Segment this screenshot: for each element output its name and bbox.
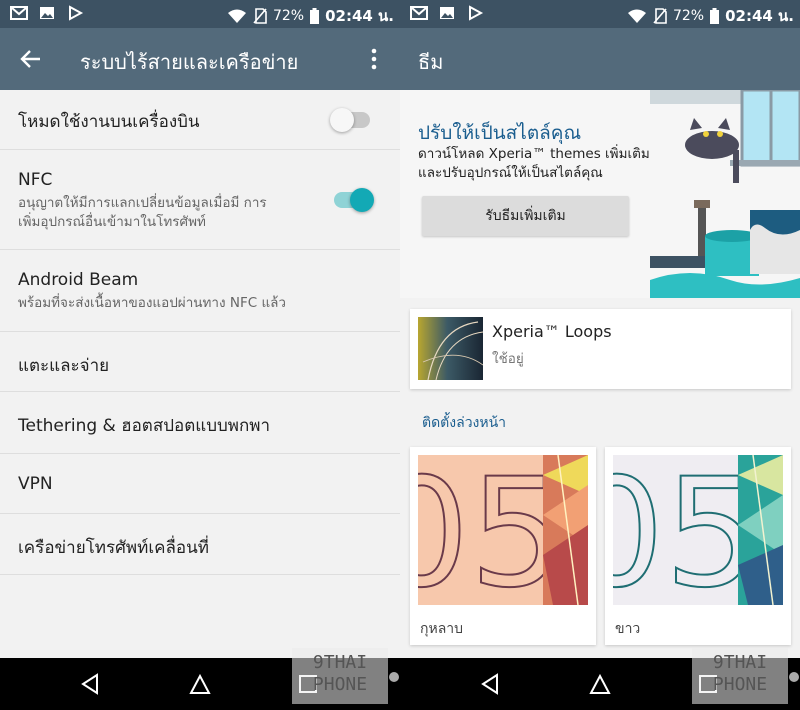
promo-title: ปรับให้เป็นสไตล์คุณ: [418, 122, 582, 144]
setting-title: Tethering & ฮอตสปอตแบบพกพา: [18, 416, 271, 436]
promo-description: ดาวน์โหลด Xperia™ themes เพิ่มเติม และปร…: [418, 146, 650, 181]
nfc-toggle[interactable]: [334, 188, 374, 212]
setting-mobile-network[interactable]: เครือข่ายโทรศัพท์เคลื่อนที่: [0, 514, 400, 575]
nav-back-icon[interactable]: [78, 672, 102, 696]
theme-card-white[interactable]: 05 ขาว: [605, 447, 791, 645]
watermark-line2: PHONE: [312, 674, 368, 695]
theme-name: ขาว: [615, 621, 641, 637]
image-icon: [440, 7, 454, 19]
setting-title: โหมดใช้งานบนเครื่องบิน: [18, 112, 200, 132]
setting-nfc[interactable]: NFC อนุญาตให้มีการแลกเปลี่ยนข้อมูลเมื่อม…: [0, 150, 400, 250]
no-sim-icon: [253, 8, 267, 24]
setting-android-beam[interactable]: Android Beam พร้อมที่จะส่งเนื้อหาของแอปผ…: [0, 250, 400, 332]
watermark-line1: 9THAI: [312, 652, 368, 673]
wifi-icon: [627, 9, 646, 23]
setting-subtitle: พร้อมที่จะส่งเนื้อหาของแอปผ่านทาง NFC แล…: [18, 295, 287, 311]
setting-title: NFC: [18, 170, 53, 190]
play-store-icon: [69, 5, 84, 21]
watermark: 9THAI PHONE: [292, 648, 388, 704]
preinstalled-section-label: ติดตั้งล่วงหน้า: [422, 415, 507, 431]
page-title: ระบบไร้สายและเครือข่าย: [80, 50, 299, 74]
clock: 02:44 น.: [725, 7, 794, 25]
watermark-line2: PHONE: [712, 674, 768, 695]
current-theme-status: ใช้อยู่: [492, 351, 524, 367]
battery-percent: 72%: [272, 8, 305, 24]
play-store-icon: [469, 5, 484, 21]
watermark-dot: [389, 672, 399, 682]
current-theme-name: Xperia™ Loops: [492, 322, 612, 341]
airplane-mode-toggle[interactable]: [330, 108, 370, 132]
gmail-icon: [410, 6, 428, 20]
status-bar: 72% 02:44 น.: [400, 0, 800, 28]
theme-card-rose[interactable]: 05 กุหลาบ: [410, 447, 596, 645]
watermark: 9THAI PHONE: [692, 648, 788, 704]
nav-back-icon[interactable]: [478, 672, 502, 696]
watermark-line1: 9THAI: [712, 652, 768, 673]
setting-vpn[interactable]: VPN: [0, 454, 400, 514]
wireless-settings-screen: 72% 02:44 น. ระบบไร้สายและเครือข่าย โหมด…: [0, 0, 400, 658]
gmail-icon: [10, 6, 28, 20]
setting-title: Android Beam: [18, 270, 139, 290]
themes-screen: 72% 02:44 น. ธีม ปรับให้เป็นสไตล์คุณ ดาว…: [400, 0, 800, 658]
nav-home-icon[interactable]: [188, 672, 212, 696]
white-theme-preview: 05: [613, 455, 783, 605]
app-bar: ธีม: [400, 28, 800, 90]
get-more-themes-button[interactable]: รับธีมเพิ่มเติม: [422, 196, 629, 236]
theme-promo-banner: ปรับให้เป็นสไตล์คุณ ดาวน์โหลด Xperia™ th…: [400, 90, 800, 298]
paint-illustration: [650, 90, 800, 298]
current-theme-card[interactable]: Xperia™ Loops ใช้อยู่: [410, 309, 791, 389]
page-title: ธีม: [418, 50, 444, 74]
more-options-icon[interactable]: [362, 46, 386, 72]
settings-list: โหมดใช้งานบนเครื่องบิน NFC อนุญาตให้มีกา…: [0, 90, 400, 575]
wifi-icon: [227, 9, 246, 23]
xperia-loops-thumbnail: [418, 317, 483, 380]
theme-name: กุหลาบ: [420, 621, 464, 637]
battery-icon: [310, 8, 320, 24]
svg-text:05: 05: [613, 455, 760, 605]
rose-theme-preview: 05: [418, 455, 588, 605]
no-sim-icon: [653, 8, 667, 24]
watermark-dot: [789, 672, 799, 682]
nav-home-icon[interactable]: [588, 672, 612, 696]
clock: 02:44 น.: [325, 7, 394, 25]
setting-title: เครือข่ายโทรศัพท์เคลื่อนที่: [18, 538, 209, 558]
battery-percent: 72%: [672, 8, 705, 24]
setting-tap-and-pay[interactable]: แตะและจ่าย: [0, 332, 400, 392]
image-icon: [40, 7, 54, 19]
setting-title: VPN: [18, 474, 53, 494]
back-arrow-icon[interactable]: [18, 46, 44, 72]
status-bar: 72% 02:44 น.: [0, 0, 400, 28]
app-bar: ระบบไร้สายและเครือข่าย: [0, 28, 400, 90]
setting-title: แตะและจ่าย: [18, 356, 110, 376]
navigation-bar: [0, 658, 800, 710]
svg-text:05: 05: [418, 455, 565, 605]
battery-icon: [710, 8, 720, 24]
setting-tethering[interactable]: Tethering & ฮอตสปอตแบบพกพา: [0, 392, 400, 454]
setting-subtitle: อนุญาตให้มีการแลกเปลี่ยนข้อมูลเมื่อมี กา…: [18, 195, 267, 230]
setting-airplane-mode[interactable]: โหมดใช้งานบนเครื่องบิน: [0, 90, 400, 150]
